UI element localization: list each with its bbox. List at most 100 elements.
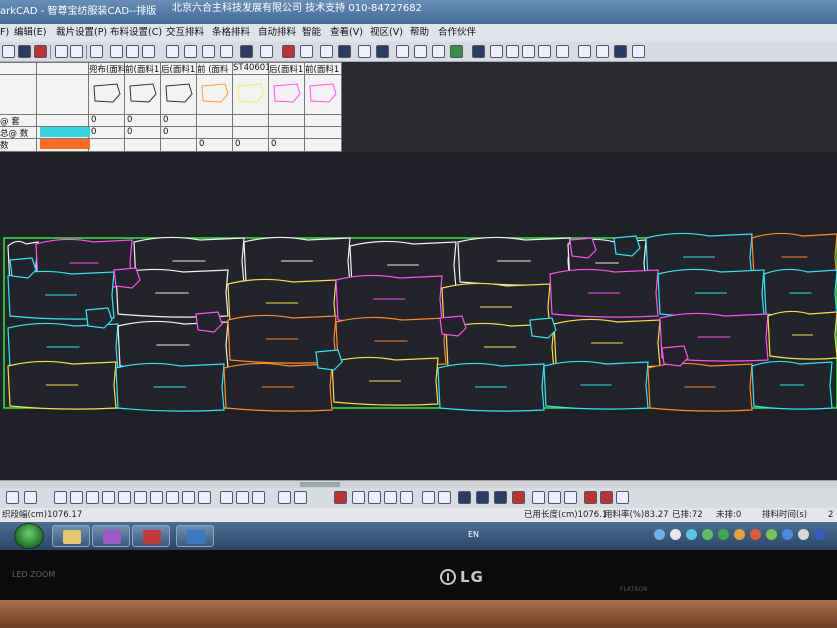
measure-tool-icon[interactable]: [294, 491, 307, 504]
taskbar-marker[interactable]: [176, 525, 214, 547]
distribute-icon[interactable]: [548, 491, 561, 504]
menu-edit[interactable]: 编辑(E): [14, 24, 46, 42]
piece-thumbnail[interactable]: [129, 83, 157, 103]
input-language[interactable]: EN: [468, 530, 479, 539]
save-icon[interactable]: [18, 45, 31, 58]
distribute-icon[interactable]: [564, 491, 577, 504]
tray-icon[interactable]: [814, 529, 825, 540]
distribute-icon[interactable]: [532, 491, 545, 504]
layer-icon[interactable]: [494, 491, 507, 504]
cell-value[interactable]: 0: [199, 139, 204, 149]
page-icon[interactable]: [142, 45, 155, 58]
color-icon[interactable]: [600, 491, 613, 504]
piece-thumbnail[interactable]: [237, 83, 265, 103]
view-icon[interactable]: [472, 45, 485, 58]
marker-canvas[interactable]: [0, 152, 837, 487]
taskbar-app[interactable]: [92, 525, 130, 547]
measure-icon[interactable]: [396, 45, 409, 58]
cell-value[interactable]: 0: [271, 139, 276, 149]
color-icon[interactable]: [584, 491, 597, 504]
move-icon[interactable]: [102, 491, 115, 504]
menu-view[interactable]: 查看(V): [330, 24, 363, 42]
cell-value[interactable]: 0: [235, 139, 240, 149]
piece-icon[interactable]: [166, 45, 179, 58]
menu-smart[interactable]: 智能: [302, 24, 321, 42]
menu-fabric-settings[interactable]: 布料设置(C): [110, 24, 162, 42]
piece-tool-icon[interactable]: [252, 491, 265, 504]
open-icon[interactable]: [2, 45, 15, 58]
monitor-icon[interactable]: [614, 45, 627, 58]
rotate-icon[interactable]: [184, 45, 197, 58]
piece-list-icon[interactable]: [90, 45, 103, 58]
menu-auto-marker[interactable]: 自动排料: [258, 24, 296, 42]
align-left-icon[interactable]: [6, 491, 19, 504]
fill-icon[interactable]: [376, 45, 389, 58]
delete-icon[interactable]: [334, 491, 347, 504]
copy-piece-icon[interactable]: [150, 491, 163, 504]
zoom-in-icon[interactable]: [490, 45, 503, 58]
arrange-icon[interactable]: [422, 491, 435, 504]
tray-icon[interactable]: [718, 529, 729, 540]
menu-stripe-marker[interactable]: 条格排料: [212, 24, 250, 42]
align-right-icon[interactable]: [24, 491, 37, 504]
layer-icon[interactable]: [458, 491, 471, 504]
tray-icon[interactable]: [734, 529, 745, 540]
redo-icon[interactable]: [70, 45, 83, 58]
menu-piece-settings[interactable]: 裁片设置(P): [56, 24, 107, 42]
tray-icon[interactable]: [750, 529, 761, 540]
nudge-left-icon[interactable]: [166, 491, 179, 504]
cell-value[interactable]: 0: [91, 115, 96, 125]
arrange-icon[interactable]: [438, 491, 451, 504]
cell-value[interactable]: 0: [91, 127, 96, 137]
piece-thumbnail[interactable]: [165, 83, 193, 103]
menu-viewport[interactable]: 视区(V): [370, 24, 403, 42]
cell-value[interactable]: 0: [127, 127, 132, 137]
zoom-fit-icon[interactable]: [538, 45, 551, 58]
font-icon[interactable]: [616, 491, 629, 504]
tray-icon[interactable]: [798, 529, 809, 540]
text-tool-icon[interactable]: [278, 491, 291, 504]
menu-partners[interactable]: 合作伙伴: [438, 24, 476, 42]
undo-icon[interactable]: [55, 45, 68, 58]
mark-icon[interactable]: [512, 491, 525, 504]
printer-icon[interactable]: [110, 45, 123, 58]
cell-value[interactable]: 0: [163, 127, 168, 137]
piece-thumbnail[interactable]: [309, 83, 337, 103]
ruler-icon[interactable]: [432, 45, 445, 58]
piece-thumbnail[interactable]: [93, 83, 121, 103]
menu-help[interactable]: 帮助: [410, 24, 429, 42]
column-header[interactable]: ST40601: [233, 63, 269, 73]
copy-icon[interactable]: [126, 45, 139, 58]
marker-layout[interactable]: [0, 152, 837, 487]
layout-icon[interactable]: [338, 45, 351, 58]
taskbar-cad[interactable]: [132, 525, 170, 547]
tray-icon[interactable]: [702, 529, 713, 540]
menu-interactive-marker[interactable]: 交互排料: [166, 24, 204, 42]
select-icon[interactable]: [54, 491, 67, 504]
piece-thumbnail[interactable]: [273, 83, 301, 103]
scrollbar-thumb[interactable]: [300, 482, 340, 487]
split-icon[interactable]: [134, 491, 147, 504]
report-icon[interactable]: [596, 45, 609, 58]
cell-value[interactable]: 0: [163, 115, 168, 125]
table-icon[interactable]: [414, 45, 427, 58]
piece-tool-icon[interactable]: [220, 491, 233, 504]
nudge-up-icon[interactable]: [198, 491, 211, 504]
cell-value[interactable]: 0: [127, 115, 132, 125]
unlock-icon[interactable]: [220, 45, 233, 58]
zoom-all-icon[interactable]: [450, 45, 463, 58]
piece-thumbnail[interactable]: [201, 83, 229, 103]
piece-tool-icon[interactable]: [236, 491, 249, 504]
tray-icon[interactable]: [782, 529, 793, 540]
tray-icon[interactable]: [686, 529, 697, 540]
zoom-window-icon[interactable]: [522, 45, 535, 58]
lock-piece-icon[interactable]: [368, 491, 381, 504]
print-icon[interactable]: [34, 45, 47, 58]
arrow-right-icon[interactable]: [260, 45, 273, 58]
tool-icon[interactable]: [300, 45, 313, 58]
nudge-right-icon[interactable]: [182, 491, 195, 504]
layout-dark-icon[interactable]: [358, 45, 371, 58]
flip-icon[interactable]: [86, 491, 99, 504]
lock-piece-icon[interactable]: [400, 491, 413, 504]
tray-icon[interactable]: [654, 529, 665, 540]
